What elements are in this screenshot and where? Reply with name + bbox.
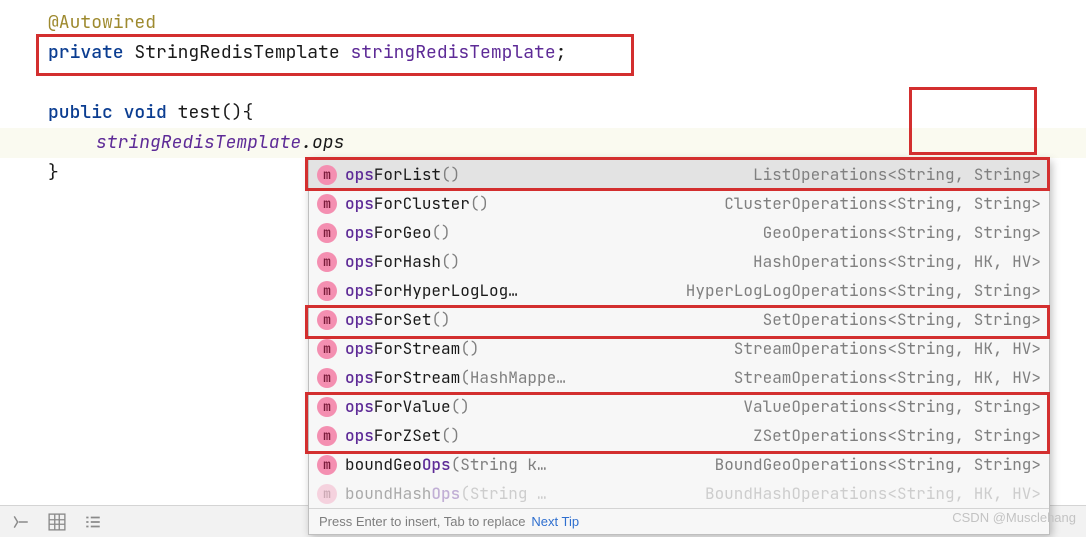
completion-method-name: boundGeoOps(String k… bbox=[345, 454, 547, 475]
method-icon: m bbox=[317, 223, 337, 243]
completion-method-name: boundHashOps(String … bbox=[345, 483, 547, 504]
completion-item[interactable]: m opsForStream(HashMappe… StreamOperations… bbox=[309, 363, 1049, 392]
method-icon: m bbox=[317, 252, 337, 272]
completion-item[interactable]: m opsForHyperLogLog… HyperLogLogOperations… bbox=[309, 276, 1049, 305]
code-line-call: stringRedisTemplate.ops bbox=[48, 128, 1086, 158]
completion-method-name: opsForSet() bbox=[345, 309, 451, 330]
call-receiver: stringRedisTemplate bbox=[96, 131, 301, 154]
completion-item[interactable]: m opsForZSet() ZSetOperations<String, Stri… bbox=[309, 421, 1049, 450]
completion-method-name: opsForGeo() bbox=[345, 222, 451, 243]
call-dot: . bbox=[301, 131, 312, 154]
list-icon[interactable] bbox=[84, 513, 102, 531]
completion-return-type: ClusterOperations<String, String> bbox=[724, 193, 1041, 214]
completion-item[interactable]: m opsForHash() HashOperations<String, HK, … bbox=[309, 247, 1049, 276]
method-parens: (){ bbox=[221, 101, 253, 124]
keyword-public: public bbox=[48, 101, 113, 124]
completion-return-type: ValueOperations<String, String> bbox=[743, 396, 1041, 417]
completion-return-type: ListOperations<String, String> bbox=[753, 164, 1041, 185]
completion-item[interactable]: m opsForStream() StreamOperations<String, … bbox=[309, 334, 1049, 363]
code-line-annotation: @Autowired bbox=[48, 8, 1086, 38]
completion-return-type: GeoOperations<String, String> bbox=[763, 222, 1041, 243]
semicolon: ; bbox=[556, 41, 567, 64]
completion-item[interactable]: m opsForList() ListOperations<String, Stri… bbox=[309, 160, 1049, 189]
footer-hint: Press Enter to insert, Tab to replace bbox=[319, 514, 525, 529]
method-icon: m bbox=[317, 165, 337, 185]
method-icon: m bbox=[317, 368, 337, 388]
annotation-text: @Autowired bbox=[48, 11, 156, 34]
completion-method-name: opsForHash() bbox=[345, 251, 460, 272]
watermark: CSDN @Musclehang bbox=[952, 510, 1076, 525]
completion-list[interactable]: m opsForList() ListOperations<String, Stri… bbox=[309, 160, 1049, 508]
blank-line bbox=[48, 68, 1086, 98]
call-typed: ops bbox=[312, 131, 344, 154]
method-icon: m bbox=[317, 281, 337, 301]
completion-return-type: HyperLogLogOperations<String, String> bbox=[686, 280, 1041, 301]
method-name: test bbox=[178, 101, 221, 124]
method-icon: m bbox=[317, 339, 337, 359]
method-icon: m bbox=[317, 310, 337, 330]
method-icon: m bbox=[317, 194, 337, 214]
next-tip-link[interactable]: Next Tip bbox=[531, 514, 579, 529]
method-icon: m bbox=[317, 484, 337, 504]
completion-method-name: opsForZSet() bbox=[345, 425, 460, 446]
code-line-method-sig: public void test(){ bbox=[48, 98, 1086, 128]
completion-method-name: opsForValue() bbox=[345, 396, 470, 417]
method-icon: m bbox=[317, 397, 337, 417]
code-completion-popup[interactable]: m opsForList() ListOperations<String, Stri… bbox=[308, 159, 1050, 535]
type-name: StringRedisTemplate bbox=[134, 41, 339, 64]
completion-return-type: StreamOperations<String, HK, HV> bbox=[734, 338, 1041, 359]
completion-return-type: HashOperations<String, HK, HV> bbox=[753, 251, 1041, 272]
completion-item[interactable]: m boundHashOps(String … BoundHashOperation… bbox=[309, 479, 1049, 508]
completion-item[interactable]: m boundGeoOps(String k… BoundGeoOperations… bbox=[309, 450, 1049, 479]
completion-method-name: opsForList() bbox=[345, 164, 460, 185]
completion-return-type: BoundHashOperations<String, HK, HV> bbox=[705, 483, 1041, 504]
field-name: stringRedisTemplate bbox=[350, 41, 555, 64]
completion-method-name: opsForStream(HashMappe… bbox=[345, 367, 566, 388]
completion-item[interactable]: m opsForCluster() ClusterOperations<String… bbox=[309, 189, 1049, 218]
completion-method-name: opsForHyperLogLog… bbox=[345, 280, 518, 301]
completion-item[interactable]: m opsForGeo() GeoOperations<String, String… bbox=[309, 218, 1049, 247]
grid-icon[interactable] bbox=[48, 513, 66, 531]
completion-method-name: opsForStream() bbox=[345, 338, 479, 359]
completion-footer: Press Enter to insert, Tab to replace Ne… bbox=[309, 508, 1049, 534]
completion-return-type: BoundGeoOperations<String, String> bbox=[715, 454, 1041, 475]
completion-item[interactable]: m opsForSet() SetOperations<String, String… bbox=[309, 305, 1049, 334]
keyword-void: void bbox=[124, 101, 167, 124]
completion-method-name: opsForCluster() bbox=[345, 193, 489, 214]
method-icon: m bbox=[317, 455, 337, 475]
code-line-declaration: private StringRedisTemplate stringRedisT… bbox=[48, 38, 1086, 68]
indent-icon[interactable] bbox=[12, 513, 30, 531]
completion-return-type: ZSetOperations<String, String> bbox=[753, 425, 1041, 446]
completion-return-type: StreamOperations<String, HK, HV> bbox=[734, 367, 1041, 388]
completion-item[interactable]: m opsForValue() ValueOperations<String, St… bbox=[309, 392, 1049, 421]
close-brace: } bbox=[48, 161, 59, 184]
keyword-private: private bbox=[48, 41, 124, 64]
method-icon: m bbox=[317, 426, 337, 446]
completion-return-type: SetOperations<String, String> bbox=[763, 309, 1041, 330]
